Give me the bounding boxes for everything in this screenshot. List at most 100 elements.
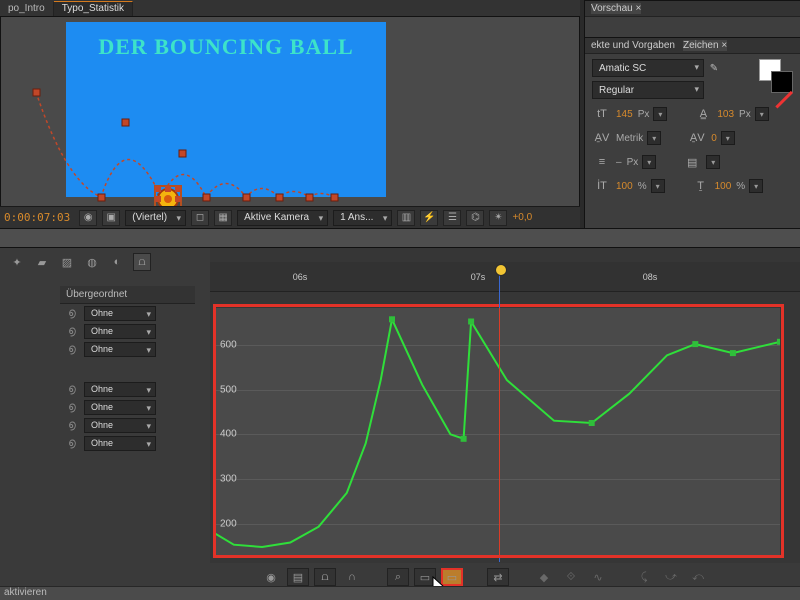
adjustment-icon[interactable]: ◐: [108, 253, 126, 271]
parent-dropdown[interactable]: Ohne: [84, 400, 156, 415]
tracking-value[interactable]: 0: [711, 133, 717, 144]
parent-column-header[interactable]: Übergeordnet: [60, 286, 195, 304]
font-size-icon: tT: [592, 106, 612, 122]
pickwhip-icon[interactable]: ൭: [65, 324, 79, 338]
graph-toolbar: ◉ ▤ ⩍ ∩ ⌕ ▭ ▭ ⇄ ◆ ⟐ ∿ ⤹ ⤻ ⤺: [210, 566, 800, 588]
tab-comp[interactable]: Typo_Statistik: [54, 1, 133, 16]
transparency-icon[interactable]: ▦: [214, 210, 232, 226]
roi-icon[interactable]: ◻: [191, 210, 209, 226]
stroke-value[interactable]: –: [616, 157, 622, 168]
font-style-dropdown[interactable]: Regular: [592, 81, 704, 99]
pickwhip-icon[interactable]: ൭: [65, 306, 79, 320]
tab-character[interactable]: Zeichen ×: [683, 40, 727, 51]
mask-icon[interactable]: ▣: [102, 210, 120, 226]
preview-toolbar: 0:00:07:03 ◉ ▣ (Viertel) ◻ ▦ Aktive Kame…: [0, 206, 580, 228]
camera-dropdown[interactable]: Aktive Kamera: [237, 210, 328, 226]
font-size-value[interactable]: 145: [616, 109, 633, 120]
stroke-dd[interactable]: ▾: [642, 155, 656, 169]
props-icon[interactable]: ▤: [287, 568, 309, 586]
kerning-dd[interactable]: ▾: [647, 131, 661, 145]
eyedropper-icon[interactable]: ✎: [710, 63, 718, 74]
flowchart-icon[interactable]: ⌬: [466, 210, 484, 226]
kerning-icon: A̱V: [592, 130, 612, 146]
font-size-dd[interactable]: ▾: [653, 107, 667, 121]
separate-dims-icon[interactable]: ⇄: [487, 568, 509, 586]
shy-icon[interactable]: ✦: [8, 253, 26, 271]
convert-icon[interactable]: ⟐: [560, 568, 582, 586]
font-family-dropdown[interactable]: Amatic SC: [592, 59, 704, 77]
easy-ease-in-icon[interactable]: ⤹: [633, 568, 655, 586]
stroke-style-dd[interactable]: ▾: [706, 155, 720, 169]
parent-rows-group1: ൭ Ohne ൭ Ohne ൭ Ohne: [60, 304, 195, 358]
graph-editor[interactable]: 06s 07s 08s 600 500 400 300 200: [210, 248, 800, 563]
tab-effects[interactable]: ekte und Vorgaben: [591, 40, 675, 51]
parent-dropdown[interactable]: Ohne: [84, 342, 156, 357]
vscale-dd[interactable]: ▾: [651, 179, 665, 193]
frame-blend-icon[interactable]: ▰: [33, 253, 51, 271]
composition-preview-panel: DER BOUNCING BALL: [0, 16, 580, 214]
kerning-value[interactable]: Metrik: [616, 133, 643, 144]
leading-value[interactable]: 103: [717, 109, 734, 120]
tab-vorschau[interactable]: Vorschau ×: [591, 3, 641, 14]
timeline-panel: ✦ ▰ ▨ ◍ ◐ ⩍ Übergeordnet ൭ Ohne ൭ Ohne ൭ Oh…: [0, 248, 800, 600]
timecode[interactable]: 0:00:07:03: [4, 211, 74, 224]
zoom-icon[interactable]: ⌕: [387, 568, 409, 586]
easy-ease-icon[interactable]: ⤻: [660, 568, 682, 586]
tracking-dd[interactable]: ▾: [721, 131, 735, 145]
views-dropdown[interactable]: 1 Ans...: [333, 210, 392, 226]
brain-icon[interactable]: ◍: [83, 253, 101, 271]
project-tabs: po_Intro Typo_Statistik: [0, 0, 580, 16]
parent-dropdown[interactable]: Ohne: [84, 382, 156, 397]
pickwhip-icon[interactable]: ൭: [65, 342, 79, 356]
graph-editor-toggle[interactable]: ⩍: [133, 253, 151, 271]
pixel-aspect-icon[interactable]: ▥: [397, 210, 415, 226]
parent-dropdown[interactable]: Ohne: [84, 418, 156, 433]
eye-icon[interactable]: ◉: [260, 568, 282, 586]
reset-exposure-icon[interactable]: ✴: [489, 210, 507, 226]
character-panel: Amatic SC ✎ Regular tT 145 Px ▾ A͇ 103 P…: [585, 54, 800, 201]
pickwhip-icon[interactable]: ൭: [65, 436, 79, 450]
parent-rows-group2: ൭ Ohne ൭ Ohne ൭ Ohne ൭ Ohne: [60, 380, 195, 452]
leading-dd[interactable]: ▾: [755, 107, 769, 121]
parent-column: Übergeordnet ൭ Ohne ൭ Ohne ൭ Ohne ൭ Ohne ൭ Oh…: [60, 286, 195, 452]
parent-row: ൭ Ohne: [60, 304, 195, 322]
parent-row: ൭ Ohne: [60, 434, 195, 452]
snapshot-icon[interactable]: ◉: [79, 210, 97, 226]
stroke-style-icon: ▤: [682, 154, 702, 170]
parent-row: ൭ Ohne: [60, 340, 195, 358]
status-bar: aktivieren: [0, 586, 800, 600]
panel-header-vorschau: Vorschau ×: [585, 0, 800, 17]
horizontal-divider[interactable]: [0, 228, 800, 248]
hscale-dd[interactable]: ▾: [749, 179, 763, 193]
parent-dropdown[interactable]: Ohne: [84, 436, 156, 451]
resolution-dropdown[interactable]: (Viertel): [125, 210, 186, 226]
motion-blur-icon[interactable]: ▨: [58, 253, 76, 271]
leading-icon: A͇: [693, 106, 713, 122]
hscale-value[interactable]: 100: [715, 181, 732, 192]
pickwhip-icon[interactable]: ൭: [65, 418, 79, 432]
right-panels: Vorschau × ekte und Vorgaben Zeichen × A…: [584, 0, 800, 245]
tracking-icon: A̱V: [687, 130, 707, 146]
vscale-icon: İT: [592, 178, 612, 194]
fill-stroke-swatches[interactable]: [759, 59, 793, 93]
parent-dropdown[interactable]: Ohne: [84, 324, 156, 339]
exposure-value[interactable]: +0,0: [512, 212, 532, 223]
edit-keys-icon[interactable]: ◆: [533, 568, 555, 586]
composition-viewport[interactable]: DER BOUNCING BALL: [66, 22, 386, 197]
pickwhip-icon[interactable]: ൭: [65, 400, 79, 414]
tab-project[interactable]: po_Intro: [0, 2, 54, 16]
pickwhip-icon[interactable]: ൭: [65, 382, 79, 396]
ease-icon[interactable]: ∿: [587, 568, 609, 586]
parent-dropdown[interactable]: Ohne: [84, 306, 156, 321]
hscale-icon: Ṯ: [691, 178, 711, 194]
vscale-value[interactable]: 100: [616, 181, 633, 192]
graphtype-icon[interactable]: ⩍: [314, 568, 336, 586]
snap-icon[interactable]: ∩: [341, 568, 363, 586]
parent-row: ൭ Ohne: [60, 416, 195, 434]
current-time-indicator: [499, 308, 500, 558]
motion-path: [31, 62, 391, 212]
stroke-icon: ≡: [592, 154, 612, 170]
fast-preview-icon[interactable]: ⚡: [420, 210, 438, 226]
timeline-icon[interactable]: ☰: [443, 210, 461, 226]
easy-ease-out-icon[interactable]: ⤺: [687, 568, 709, 586]
